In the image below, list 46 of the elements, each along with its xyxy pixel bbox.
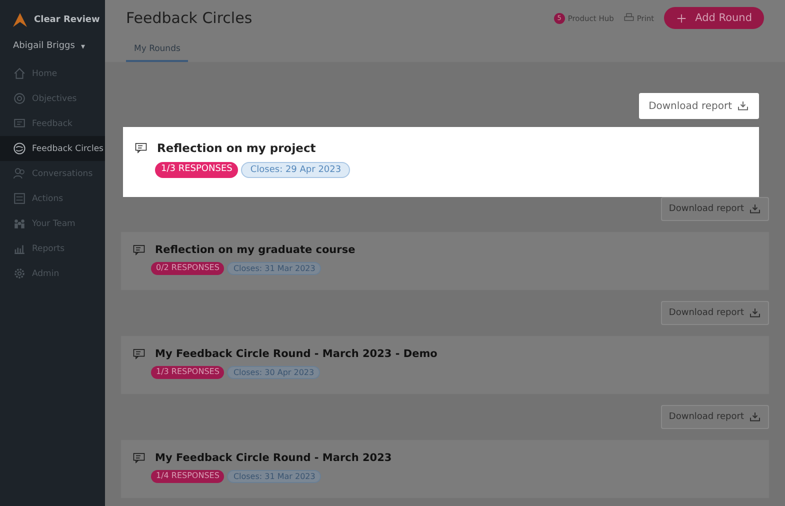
- round-title: Reflection on my graduate course: [155, 244, 356, 256]
- download-report-button[interactable]: Download report: [660, 301, 769, 325]
- download-report-button[interactable]: Download report: [660, 405, 769, 429]
- download-icon: [737, 100, 749, 112]
- download-icon: [749, 203, 761, 215]
- responses-badge: 1/3 RESPONSES: [155, 162, 238, 178]
- round-card[interactable]: Reflection on my project 1/3 RESPONSES Closes: 29 Apr 2023: [123, 127, 759, 197]
- chat-icon: [13, 117, 26, 130]
- gear-icon: [13, 267, 26, 280]
- comment-icon: [133, 348, 145, 360]
- brand-name[interactable]: Clear Review: [34, 15, 100, 25]
- closes-badge: Closes: 31 Mar 2023: [227, 470, 322, 483]
- round-card[interactable]: My Feedback Circle Round - March 2023 - Demo 1/3 RESPONSES Closes: 30 Apr 2023: [121, 336, 769, 394]
- round-card[interactable]: Reflection on my graduate course 0/2 RESPONSES Closes: 31 Mar 2023: [121, 232, 769, 290]
- comment-icon: [133, 452, 145, 464]
- responses-badge: 1/4 RESPONSES: [151, 470, 224, 483]
- download-icon: [749, 307, 761, 319]
- round-title: My Feedback Circle Round - March 2023: [155, 452, 392, 464]
- closes-badge: Closes: 30 Apr 2023: [227, 366, 320, 379]
- nav-item[interactable]: Feedback Circles: [0, 136, 105, 161]
- printer-icon: [624, 13, 634, 23]
- round-title: My Feedback Circle Round - March 2023 - Demo: [155, 348, 438, 360]
- team-icon: [13, 217, 26, 230]
- download-report-button[interactable]: Download report: [660, 197, 769, 221]
- closes-badge: Closes: 31 Mar 2023: [227, 262, 322, 275]
- round-title: Reflection on my project: [157, 141, 316, 155]
- circles-icon: [13, 142, 26, 155]
- people-icon: [13, 167, 26, 180]
- add-round-button[interactable]: Add Round: [664, 7, 764, 29]
- round-card[interactable]: My Feedback Circle Round - March 2023 1/4 RESPONSES Closes: 31 Mar 2023: [121, 440, 769, 498]
- download-icon: [749, 411, 761, 423]
- comment-icon: [133, 244, 145, 256]
- logo-icon: [12, 12, 28, 28]
- responses-badge: 0/2 RESPONSES: [151, 262, 224, 275]
- list-icon: [13, 192, 26, 205]
- comment-icon: [135, 142, 147, 154]
- page-title: Feedback Circles: [126, 9, 254, 27]
- closes-badge: Closes: 29 Apr 2023: [241, 162, 350, 178]
- responses-badge: 1/3 RESPONSES: [151, 366, 224, 379]
- plus-icon: [676, 12, 688, 24]
- caret-icon[interactable]: ▾: [80, 42, 85, 50]
- user-name[interactable]: Abigail Briggs: [13, 41, 75, 51]
- download-report-button[interactable]: Download report: [638, 93, 759, 119]
- home-icon: [13, 67, 26, 80]
- tab[interactable]: My Rounds: [126, 44, 188, 62]
- target-icon: [13, 92, 26, 105]
